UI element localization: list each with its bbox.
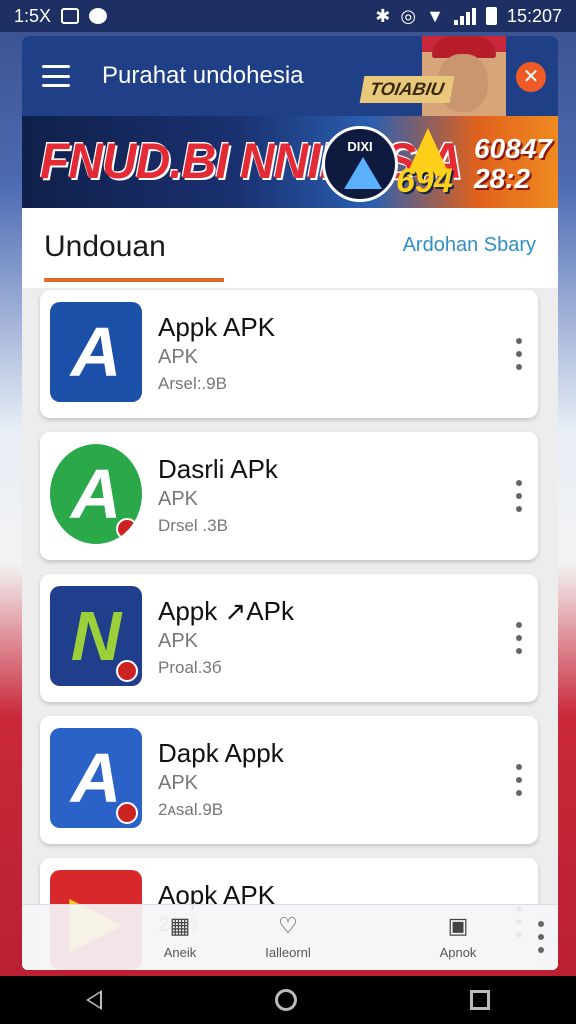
app-type: APK [158, 630, 199, 652]
tab-undouan[interactable]: Undouan [44, 230, 166, 264]
status-bar: 1:5X ✱ ◎ ▼ 15:207 [0, 0, 576, 32]
app-bar-tag: ТОІАВIU [359, 76, 455, 103]
app-icon: A [50, 728, 142, 828]
heart-icon: ♡ [278, 913, 298, 938]
app-type: APK [158, 488, 199, 510]
app-size: Arsel:.9B [158, 374, 227, 393]
banner-right-numbers: 60847 28:2 [474, 133, 552, 194]
tab-indicator [44, 278, 224, 282]
app-size: Drsel .3B [158, 516, 228, 535]
more-options-icon[interactable] [516, 480, 522, 512]
grid-icon: ▦ [169, 913, 191, 938]
list-item[interactable]: A Dapk Appk APK 2ᴀsal.9B [40, 716, 538, 844]
app-name: Appk ↗APk [158, 596, 294, 626]
nav-label: Apnok [439, 945, 477, 960]
menu-icon[interactable] [42, 65, 70, 87]
app-size: 2ᴀsal.9B [158, 800, 224, 819]
app-icon: N [50, 586, 142, 686]
status-clock: 15:207 [506, 5, 562, 26]
close-icon[interactable]: ✕ [516, 62, 546, 92]
bluetooth-icon: ✱ [375, 5, 391, 26]
list-item[interactable]: A Appk APK APK Arsel:.9B [40, 290, 538, 418]
more-options-icon[interactable] [538, 921, 544, 953]
nav-ialleornl[interactable]: ♡ Ialleornl [248, 913, 328, 960]
app-icon: A [50, 444, 142, 544]
list-item[interactable]: N Appk ↗APk APK Proal.3б [40, 574, 538, 702]
app-name: Dasrli APk [158, 454, 278, 484]
app-window: Purahat undohesia ТОІАВIU ✕ FNUD.BI NNID… [22, 36, 558, 970]
content-sheet: Undouan Ardohan Sbary A Appk APK APK Ars… [22, 208, 558, 970]
app-type: APK [158, 346, 199, 368]
list-item[interactable]: A Dasrli APk APK Drsel .3B [40, 432, 538, 560]
signal-icon [453, 7, 476, 25]
app-size: Proal.3б [158, 658, 222, 677]
app-type: APK [158, 772, 199, 794]
back-icon[interactable] [86, 990, 103, 1010]
nav-label: Aneik [163, 945, 197, 960]
recents-icon[interactable] [469, 990, 490, 1010]
app-title: Purahat undohesia [102, 62, 304, 89]
tab-ardohan-sbary[interactable]: Ardohan Sbary [403, 234, 536, 257]
nav-apnok[interactable]: ▣ Apnok [418, 913, 498, 960]
banner-logo-text: DIXI [347, 139, 373, 154]
app-bar: Purahat undohesia ТОІАВIU ✕ [22, 36, 558, 116]
system-nav-bar [0, 976, 576, 1024]
promo-banner[interactable]: FNUD.BI NNIDYSIA DIXI 694 60847 28:2 [22, 116, 558, 208]
wifi-icon: ▼ [426, 5, 444, 26]
app-icon: A [50, 302, 142, 402]
notification-icon [61, 8, 80, 24]
alarm-icon: ◎ [400, 5, 417, 26]
status-time-left: 1:5X [14, 5, 52, 26]
bottom-nav: ▦ Aneik ♡ Ialleornl ▣ Apnok [22, 904, 558, 970]
tab-bar: Undouan Ardohan Sbary [22, 208, 558, 288]
home-icon[interactable] [274, 989, 297, 1011]
nav-aneik[interactable]: ▦ Aneik [140, 913, 220, 960]
nav-label: Ialleornl [265, 945, 311, 960]
message-icon [89, 8, 108, 24]
banner-logo: DIXI [322, 126, 398, 202]
app-name: Dapk Appk [158, 738, 284, 768]
banner-yellow-number: 694 [396, 162, 453, 200]
more-options-icon[interactable] [516, 338, 522, 370]
more-options-icon[interactable] [516, 764, 522, 796]
more-options-icon[interactable] [516, 622, 522, 654]
app-name: Appk APK [158, 312, 276, 342]
apk-box-icon: ▣ [447, 913, 469, 938]
battery-icon [485, 7, 497, 25]
